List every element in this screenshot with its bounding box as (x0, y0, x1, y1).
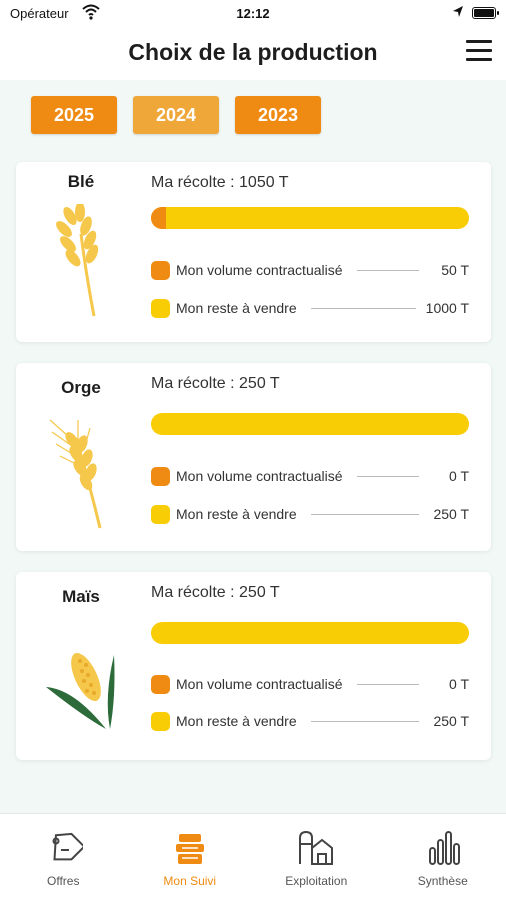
legend-contract: Mon volume contractualisé 50 T (151, 259, 469, 281)
year-tabs: 2025 2024 2023 (31, 96, 321, 134)
barley-icon (49, 419, 102, 529)
nav-label: Exploitation (285, 874, 348, 888)
nav-label: Synthèse (417, 874, 468, 888)
nav-item-exploitation[interactable]: Exploitation (253, 814, 380, 900)
nav-label: Mon Suivi (163, 874, 217, 888)
harvest-total: Ma récolte : 250 T (151, 375, 280, 392)
contract-swatch (151, 674, 170, 694)
reste-swatch (151, 504, 170, 524)
year-tab-2023[interactable]: 2023 (235, 96, 321, 134)
reste-value: 250 T (433, 506, 469, 522)
contract-value: 0 T (449, 676, 469, 692)
nav-item-offres[interactable]: Offres (0, 814, 127, 900)
year-tab-2025[interactable]: 2025 (31, 96, 117, 134)
page-title: Choix de la production (128, 39, 378, 65)
reste-value: 1000 T (425, 300, 469, 316)
reste-swatch (151, 298, 170, 318)
contract-label: Mon volume contractualisé (176, 468, 343, 484)
battery-icon (472, 7, 499, 19)
contract-value: 50 T (441, 262, 469, 278)
harvest-total: Ma récolte : 1050 T (151, 174, 289, 191)
contract-label: Mon volume contractualisé (176, 262, 343, 278)
nav-label: Offres (47, 874, 80, 888)
main-content: 2025 2024 2023 Blé Ma récolte : 1050 T M… (0, 80, 506, 813)
reste-value: 250 T (433, 713, 469, 729)
bar-chart-icon (428, 831, 460, 865)
reste-label: Mon reste à vendre (176, 506, 297, 522)
harvest-progress-bar (151, 622, 469, 644)
status-bar: Opérateur 12:12 (0, 0, 506, 28)
leader-line (310, 720, 419, 722)
harvest-progress-bar (151, 207, 469, 229)
legend-contract: Mon volume contractualisé 0 T (151, 673, 469, 695)
contract-swatch (151, 466, 170, 486)
legend-reste: Mon reste à vendre 1000 T (151, 297, 469, 319)
crop-name: Orge (61, 378, 101, 397)
year-tab-2024[interactable]: 2024 (133, 96, 219, 134)
reste-swatch (151, 711, 170, 731)
contract-value: 0 T (449, 468, 469, 484)
stack-icon (175, 834, 204, 864)
legend-reste: Mon reste à vendre 250 T (151, 503, 469, 525)
nav-item-synthese[interactable]: Synthèse (380, 814, 506, 900)
contract-label: Mon volume contractualisé (176, 676, 343, 692)
harvest-total: Ma récolte : 250 T (151, 584, 280, 601)
wheat-icon (56, 204, 99, 317)
leader-line (310, 513, 419, 515)
reste-label: Mon reste à vendre (176, 300, 297, 316)
crop-card-ble[interactable]: Blé Ma récolte : 1050 T Mon volume contr… (16, 162, 491, 342)
crop-card-mais[interactable]: Maïs Ma récolte : 250 T Mon volume contr… (16, 572, 491, 760)
nav-item-mon-suivi[interactable]: Mon Suivi (127, 814, 254, 900)
farm-icon (299, 830, 334, 865)
crop-card-orge[interactable]: Orge Ma récolte : 250 T Mon volume contr… (16, 363, 491, 551)
leader-line (356, 683, 419, 685)
contract-swatch (151, 260, 170, 280)
tag-icon (52, 832, 84, 861)
contract-fill (151, 207, 167, 229)
status-time: 12:12 (236, 6, 270, 21)
leader-line (356, 269, 419, 271)
harvest-progress-bar (151, 413, 469, 435)
bottom-nav: Offres Mon Suivi Exploitation Synthèse (0, 813, 506, 900)
reste-label: Mon reste à vendre (176, 713, 297, 729)
legend-contract: Mon volume contractualisé 0 T (151, 465, 469, 487)
app-header: Choix de la production (0, 28, 506, 80)
crop-name: Blé (67, 172, 95, 191)
leader-line (356, 475, 419, 477)
crop-name: Maïs (62, 587, 100, 606)
location-arrow-icon (453, 6, 463, 17)
legend-reste: Mon reste à vendre 250 T (151, 710, 469, 732)
hamburger-menu-icon[interactable] (466, 40, 492, 62)
leader-line (310, 307, 416, 309)
corn-icon (46, 652, 115, 729)
